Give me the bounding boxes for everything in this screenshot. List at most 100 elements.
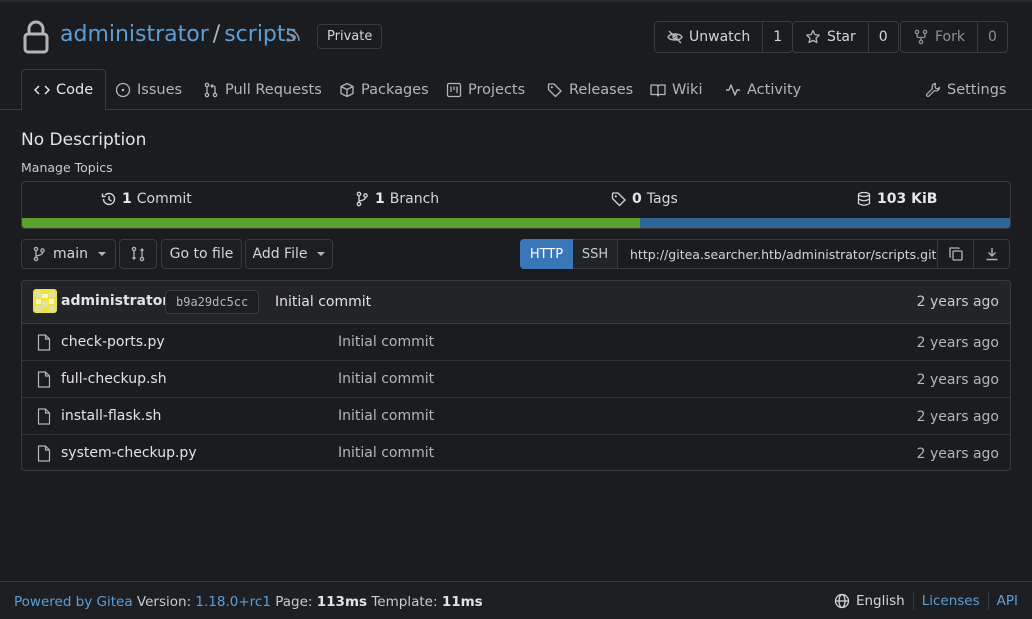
language-bar[interactable] xyxy=(22,218,1010,228)
repo-title: administrator / scripts xyxy=(60,22,297,47)
copy-url-button[interactable] xyxy=(938,239,974,269)
tab-pull-requests[interactable]: Pull Requests xyxy=(203,69,322,110)
clone-url-input[interactable]: http://gitea.searcher.htb/administrator/… xyxy=(618,239,938,269)
branch-selector[interactable]: main xyxy=(21,239,116,269)
commits-stat[interactable]: 1 Commit xyxy=(101,191,192,207)
file-name[interactable]: install-flask.sh xyxy=(61,408,161,424)
go-to-file-button[interactable]: Go to file xyxy=(161,239,242,269)
branch-name: main xyxy=(53,246,88,262)
footer-divider xyxy=(912,592,914,610)
unwatch-button[interactable]: Unwatch xyxy=(655,22,762,52)
book-icon xyxy=(650,83,666,97)
tab-packages[interactable]: Packages xyxy=(339,69,429,110)
branches-stat[interactable]: 1 Branch xyxy=(354,191,439,207)
branch-icon xyxy=(356,191,368,207)
fork-icon xyxy=(914,29,928,45)
tags-count: 0 xyxy=(632,191,642,207)
pulse-icon xyxy=(726,83,740,96)
manage-topics-link[interactable]: Manage Topics xyxy=(21,160,113,175)
tab-activity[interactable]: Activity xyxy=(725,69,801,110)
tab-issues[interactable]: Issues xyxy=(115,69,182,110)
commit-sha[interactable]: b9a29dc5cc xyxy=(165,290,260,314)
add-file-button[interactable]: Add File xyxy=(245,239,333,269)
database-icon xyxy=(857,191,871,206)
file-age: 2 years ago xyxy=(916,335,999,351)
tag-icon xyxy=(547,82,562,97)
commit-message[interactable]: Initial commit xyxy=(275,294,371,310)
version-label: Version: xyxy=(136,594,192,610)
licenses-link[interactable]: Licenses xyxy=(922,593,980,609)
file-age: 2 years ago xyxy=(916,446,999,462)
avatar[interactable] xyxy=(33,289,57,313)
star-count[interactable]: 0 xyxy=(867,22,898,52)
tags-label: Tags xyxy=(646,191,678,207)
file-age: 2 years ago xyxy=(916,409,999,425)
language-selector[interactable]: English xyxy=(834,593,905,609)
file-name[interactable]: full-checkup.sh xyxy=(61,371,167,387)
commits-label: Commit xyxy=(136,191,192,207)
fork-count[interactable]: 0 xyxy=(976,22,1007,52)
fork-button[interactable]: Fork xyxy=(901,22,977,52)
version-link[interactable]: 1.18.0+rc1 xyxy=(195,594,271,610)
download-icon xyxy=(986,248,997,261)
api-link[interactable]: API xyxy=(997,593,1018,609)
file-icon xyxy=(37,445,51,462)
tab-issues-label: Issues xyxy=(137,81,183,98)
page-time: 113ms xyxy=(316,594,368,610)
http-clone-button[interactable]: HTTP xyxy=(520,239,573,269)
language-bar-segment-2[interactable] xyxy=(640,218,1010,228)
rss-icon[interactable] xyxy=(285,27,301,43)
compare-button[interactable] xyxy=(119,239,157,269)
repo-header: administrator / scripts Private Unwatch 1 … xyxy=(21,18,1011,58)
eye-slash-icon xyxy=(667,30,683,44)
powered-by-link[interactable]: Powered by Gitea xyxy=(14,594,133,610)
page-footer: Powered by Gitea Version: 1.18.0+rc1 Pag… xyxy=(0,581,1032,619)
file-commit-message[interactable]: Initial commit xyxy=(338,334,434,350)
file-icon xyxy=(37,408,51,425)
repo-stats: 1 Commit 1 Branch 0 Tags 103 KiB xyxy=(21,181,1011,229)
star-group: Star 0 xyxy=(792,21,899,53)
file-commit-message[interactable]: Initial commit xyxy=(338,408,434,424)
tab-releases-label: Releases xyxy=(569,81,634,98)
project-icon xyxy=(446,82,462,97)
tab-code[interactable]: Code xyxy=(21,69,107,111)
fork-group: Fork 0 xyxy=(900,21,1008,53)
file-commit-message[interactable]: Initial commit xyxy=(338,371,434,387)
repo-owner-link[interactable]: administrator xyxy=(60,22,209,47)
file-table: administrator b9a29dc5cc Initial commit … xyxy=(21,280,1011,471)
tab-wiki[interactable]: Wiki xyxy=(650,69,702,110)
language-bar-segment-1[interactable] xyxy=(22,218,641,228)
repo-tabs: Code Issues Pull Requests Packages Proje… xyxy=(0,69,1032,111)
package-icon xyxy=(340,82,354,97)
download-button[interactable] xyxy=(974,239,1010,269)
fork-label: Fork xyxy=(935,29,965,45)
clone-panel: HTTP SSH http://gitea.searcher.htb/admin… xyxy=(520,239,1010,269)
tab-packages-label: Packages xyxy=(361,81,429,98)
commits-count: 1 xyxy=(122,191,132,207)
watch-count[interactable]: 1 xyxy=(762,22,792,52)
repo-size: 103 KiB xyxy=(877,191,938,207)
tag-icon xyxy=(611,192,626,207)
add-file-label: Add File xyxy=(252,246,308,262)
watch-group: Unwatch 1 xyxy=(654,21,794,53)
file-commit-message[interactable]: Initial commit xyxy=(338,445,434,461)
footer-links: English Licenses API xyxy=(834,592,1018,610)
tab-projects[interactable]: Projects xyxy=(446,69,525,110)
star-icon xyxy=(806,29,820,44)
tags-stat[interactable]: 0 Tags xyxy=(611,191,678,207)
file-name[interactable]: check-ports.py xyxy=(61,334,165,350)
branch-icon xyxy=(33,246,45,262)
tab-settings[interactable]: Settings xyxy=(925,69,1006,110)
commit-author[interactable]: administrator xyxy=(61,293,169,309)
star-button[interactable]: Star xyxy=(793,22,868,52)
tab-releases[interactable]: Releases xyxy=(547,69,633,110)
tab-settings-label: Settings xyxy=(947,81,1007,98)
latest-commit-row: administrator b9a29dc5cc Initial commit … xyxy=(22,281,1010,324)
commit-age: 2 years ago xyxy=(916,294,999,310)
file-name[interactable]: system-checkup.py xyxy=(61,445,197,461)
table-row: full-checkup.sh Initial commit 2 years a… xyxy=(22,361,1010,398)
history-icon xyxy=(101,192,116,206)
repo-description: No Description xyxy=(21,130,147,150)
ssh-clone-button[interactable]: SSH xyxy=(573,239,618,269)
unwatch-label: Unwatch xyxy=(689,29,751,45)
